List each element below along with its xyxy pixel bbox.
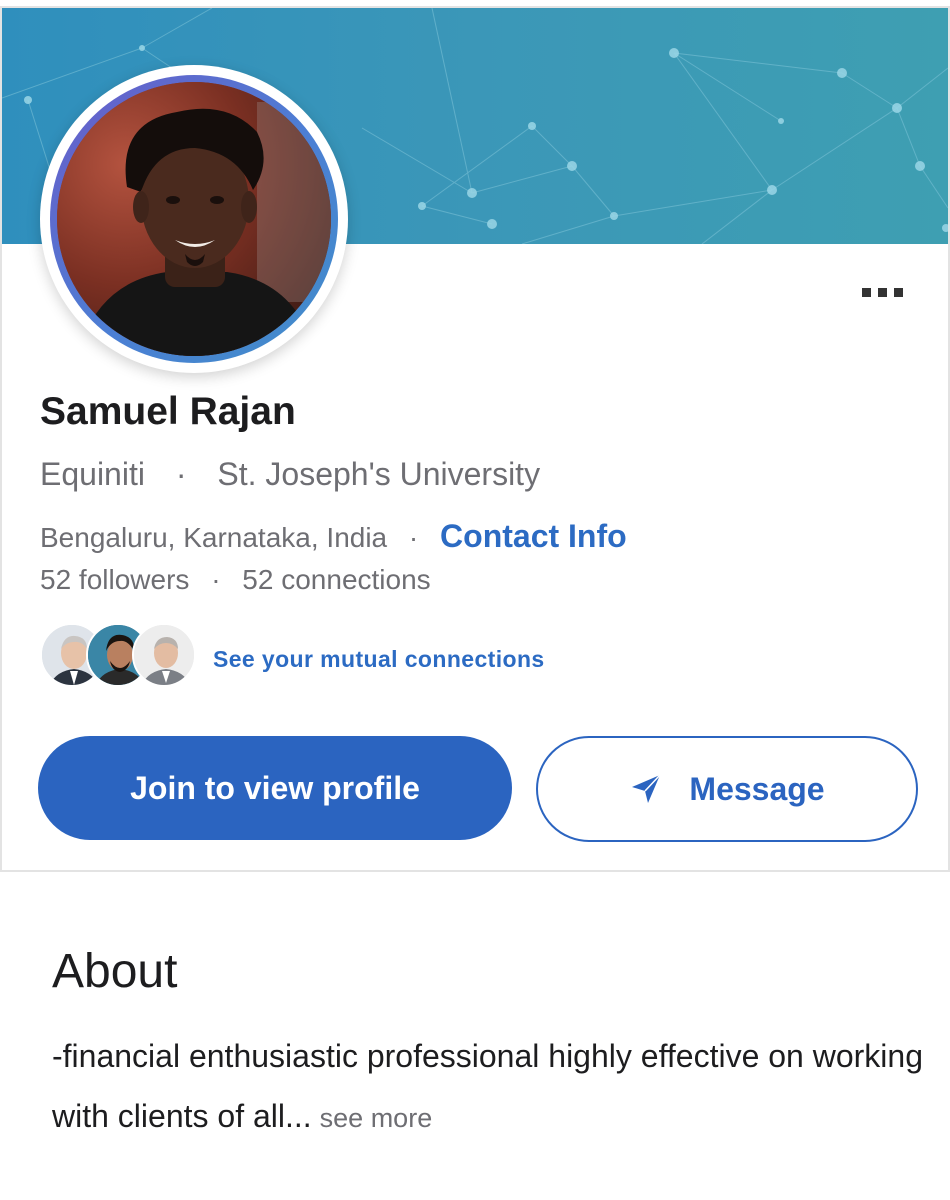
followers-count: 52 followers [40,564,190,595]
profile-company[interactable]: Equiniti [40,456,145,492]
mutual-avatar [132,623,196,687]
message-button[interactable]: Message [536,736,918,842]
see-more-link[interactable]: see more [320,1103,433,1133]
mutual-connections-avatars[interactable] [40,623,200,689]
profile-location: Bengaluru, Karnataka, India [40,522,388,553]
profile-stats: 52 followers · 52 connections [40,564,431,596]
about-summary: -financial enthusiastic professional hig… [52,1038,923,1134]
connections-count: 52 connections [242,564,431,595]
contact-info-link[interactable]: Contact Info [440,518,627,554]
separator-dot: · [175,456,187,492]
more-horizontal-icon[interactable] [862,288,908,302]
profile-name: Samuel Rajan [40,390,296,433]
mutual-connections-link[interactable]: See your mutual connections [213,646,545,673]
join-to-view-profile-button[interactable]: Join to view profile [38,736,512,840]
send-icon [629,772,663,806]
profile-avatar[interactable] [40,65,348,373]
about-section-text: -financial enthusiastic professional hig… [52,1026,932,1148]
separator-dot: · [211,564,221,595]
profile-card: Samuel Rajan Equiniti · St. Joseph's Uni… [0,6,950,872]
message-button-label: Message [689,770,825,807]
profile-location-row: Bengaluru, Karnataka, India · Contact In… [40,518,627,555]
about-section-title: About [52,945,178,998]
avatar-photo [57,82,331,356]
avatar-ring [50,75,338,363]
profile-headline: Equiniti · St. Joseph's University [40,456,540,493]
profile-school[interactable]: St. Joseph's University [217,456,540,492]
separator-dot: · [408,522,419,553]
